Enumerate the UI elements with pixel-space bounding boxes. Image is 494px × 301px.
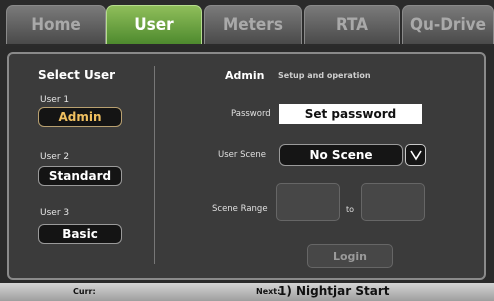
user-3-caption: User 3 bbox=[40, 208, 70, 218]
admin-user-button[interactable]: Admin bbox=[38, 107, 122, 127]
tab-bar: Home User Meters RTA Qu-Drive bbox=[0, 0, 494, 46]
tab-home[interactable]: Home bbox=[6, 5, 106, 44]
tab-user[interactable]: User bbox=[106, 5, 202, 44]
panel-divider bbox=[154, 66, 155, 264]
tab-rta[interactable]: RTA bbox=[304, 5, 400, 44]
user-scene-select[interactable]: No Scene bbox=[279, 144, 403, 166]
select-user-title: Select User bbox=[38, 68, 116, 82]
set-password-button[interactable]: Set password bbox=[279, 104, 422, 124]
next-scene-name[interactable]: 1) Nightjar Start bbox=[278, 284, 389, 298]
user-1-caption: User 1 bbox=[40, 95, 70, 105]
scene-range-label: Scene Range bbox=[212, 204, 268, 214]
current-scene-label: Curr: bbox=[73, 287, 96, 296]
password-label: Password bbox=[231, 109, 271, 119]
scene-range-to-label: to bbox=[346, 205, 355, 214]
tab-qu-drive[interactable]: Qu-Drive bbox=[402, 5, 494, 44]
tab-meters[interactable]: Meters bbox=[204, 5, 302, 44]
user-scene-label: User Scene bbox=[218, 150, 266, 160]
chevron-down-icon bbox=[409, 150, 422, 161]
basic-user-button[interactable]: Basic bbox=[38, 224, 122, 244]
user-2-caption: User 2 bbox=[40, 152, 70, 162]
login-button[interactable]: Login bbox=[307, 244, 393, 268]
scene-range-end[interactable] bbox=[361, 183, 425, 221]
admin-subtitle: Setup and operation bbox=[278, 71, 371, 80]
admin-title: Admin bbox=[225, 69, 265, 82]
scene-range-start[interactable] bbox=[276, 183, 340, 221]
scene-dropdown-button[interactable] bbox=[405, 144, 426, 166]
next-scene-label: Next: bbox=[256, 287, 281, 296]
standard-user-button[interactable]: Standard bbox=[38, 166, 122, 186]
